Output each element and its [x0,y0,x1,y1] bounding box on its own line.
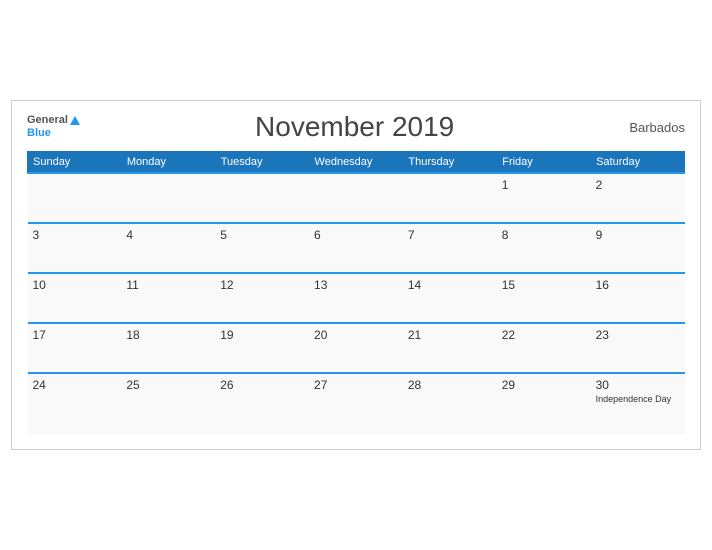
day-number: 14 [408,278,421,292]
calendar-cell: 28 [403,373,497,434]
calendar-header: General Blue November 2019 Barbados [27,111,685,143]
calendar-week-5: 24 25 26 27 28 29 30 Independence Day [28,373,685,434]
logo: General Blue [27,114,80,140]
calendar-cell: 6 [309,223,403,273]
calendar-cell: 7 [403,223,497,273]
day-number: 20 [314,328,327,342]
day-number: 18 [126,328,139,342]
day-header-tuesday: Tuesday [215,152,309,174]
day-number: 11 [126,278,138,292]
calendar-cell: 14 [403,273,497,323]
calendar-cell: 30 Independence Day [591,373,685,434]
day-header-saturday: Saturday [591,152,685,174]
day-number: 16 [596,278,609,292]
day-header-friday: Friday [497,152,591,174]
day-number: 9 [596,228,603,242]
day-number: 27 [314,378,327,392]
calendar-cell: 20 [309,323,403,373]
day-number: 8 [502,228,509,242]
logo-general-text: General [27,114,68,127]
day-number: 13 [314,278,327,292]
calendar-cell: 4 [121,223,215,273]
calendar-cell: 19 [215,323,309,373]
day-number: 15 [502,278,515,292]
day-number: 21 [408,328,421,342]
day-number: 17 [33,328,46,342]
day-number: 29 [502,378,515,392]
calendar-title: November 2019 [255,111,454,143]
event-label: Independence Day [596,394,680,404]
calendar-cell: 3 [28,223,122,273]
day-number: 12 [220,278,233,292]
day-number: 25 [126,378,139,392]
calendar-cell: 10 [28,273,122,323]
calendar-cell [121,173,215,223]
day-number: 7 [408,228,415,242]
calendar-cell: 29 [497,373,591,434]
calendar-cell: 18 [121,323,215,373]
day-header-thursday: Thursday [403,152,497,174]
day-number: 23 [596,328,609,342]
calendar-cell: 22 [497,323,591,373]
day-number: 3 [33,228,40,242]
calendar-cell [403,173,497,223]
logo-blue-text: Blue [27,127,51,140]
calendar-cell: 8 [497,223,591,273]
calendar-grid: SundayMondayTuesdayWednesdayThursdayFrid… [27,151,685,434]
day-number: 1 [502,178,509,192]
calendar-cell: 9 [591,223,685,273]
calendar-cell [28,173,122,223]
calendar-header-row: SundayMondayTuesdayWednesdayThursdayFrid… [28,152,685,174]
day-number: 28 [408,378,421,392]
calendar-cell: 27 [309,373,403,434]
day-header-monday: Monday [121,152,215,174]
calendar-cell [309,173,403,223]
day-number: 30 [596,378,609,392]
calendar-cell: 12 [215,273,309,323]
day-number: 5 [220,228,227,242]
calendar-cell: 11 [121,273,215,323]
calendar-week-2: 3 4 5 6 7 8 9 [28,223,685,273]
calendar-week-3: 10 11 12 13 14 15 16 [28,273,685,323]
calendar-cell: 5 [215,223,309,273]
calendar-cell: 17 [28,323,122,373]
day-number: 10 [33,278,46,292]
day-number: 24 [33,378,46,392]
calendar-cell: 23 [591,323,685,373]
calendar-cell [215,173,309,223]
day-number: 2 [596,178,603,192]
day-number: 22 [502,328,515,342]
day-number: 6 [314,228,321,242]
calendar-cell: 21 [403,323,497,373]
calendar-cell: 25 [121,373,215,434]
calendar-cell: 1 [497,173,591,223]
day-number: 4 [126,228,133,242]
calendar-week-4: 17 18 19 20 21 22 23 [28,323,685,373]
country-label: Barbados [629,120,685,135]
calendar-cell: 2 [591,173,685,223]
calendar-cell: 13 [309,273,403,323]
day-header-sunday: Sunday [28,152,122,174]
calendar-week-1: 12 [28,173,685,223]
day-number: 19 [220,328,233,342]
day-number: 26 [220,378,233,392]
calendar-cell: 16 [591,273,685,323]
calendar-cell: 15 [497,273,591,323]
calendar-cell: 24 [28,373,122,434]
calendar-container: General Blue November 2019 Barbados Sund… [11,100,701,450]
calendar-cell: 26 [215,373,309,434]
day-header-wednesday: Wednesday [309,152,403,174]
logo-triangle-icon [70,116,80,125]
